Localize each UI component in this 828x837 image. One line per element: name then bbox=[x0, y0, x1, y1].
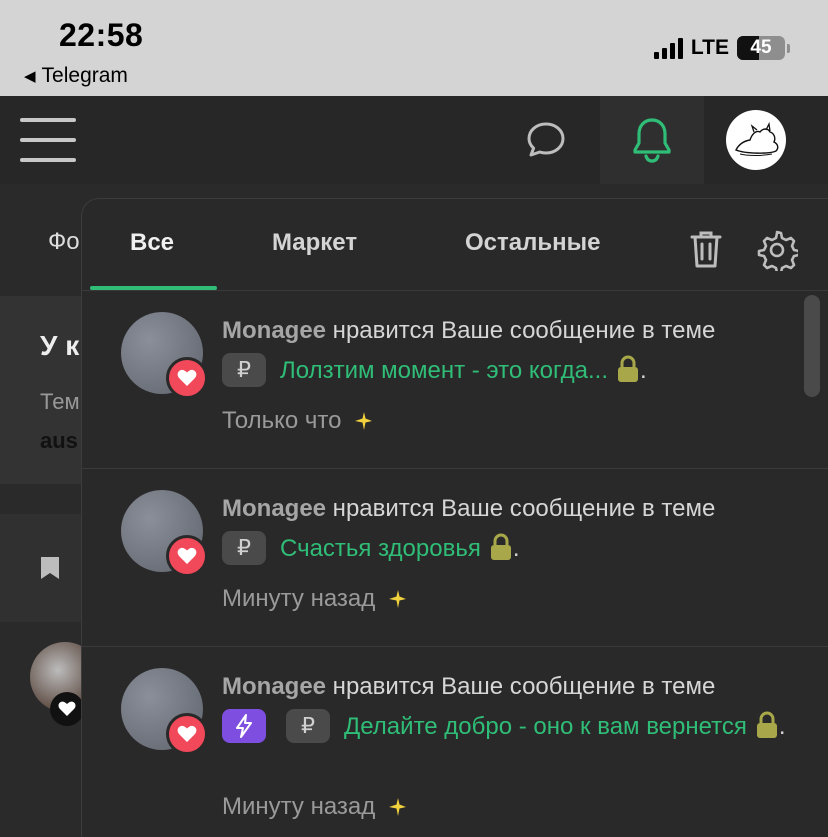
text-suffix: . bbox=[512, 535, 520, 562]
notification-tabs: Все Маркет Остальные bbox=[82, 199, 828, 291]
chat-bubble-icon[interactable] bbox=[522, 116, 570, 164]
heart-icon bbox=[50, 692, 84, 726]
notification-user[interactable]: Monagee bbox=[222, 495, 326, 522]
tab-all[interactable]: Все bbox=[130, 229, 174, 257]
notification-action: нравится Ваше сообщение в теме bbox=[326, 495, 716, 522]
sparkle-icon bbox=[389, 590, 407, 608]
topic-link[interactable]: Счастья здоровья bbox=[280, 535, 481, 562]
heart-icon bbox=[166, 357, 208, 399]
signal-icon bbox=[653, 37, 683, 59]
background-card-subtitle: Тем bbox=[40, 389, 80, 414]
notification-action: нравится Ваше сообщение в теме bbox=[326, 317, 716, 344]
notification-text: Monagee нравится Ваше сообщение в теме ₽… bbox=[222, 311, 802, 391]
time-label: Только что bbox=[222, 407, 342, 434]
user-avatar[interactable] bbox=[726, 110, 786, 170]
tab-other[interactable]: Остальные bbox=[465, 229, 600, 257]
menu-line bbox=[20, 118, 76, 122]
background-tab[interactable]: Фо bbox=[48, 228, 80, 256]
heart-icon bbox=[166, 713, 208, 755]
notification-text: Monagee нравится Ваше сообщение в теме ₽… bbox=[222, 489, 802, 569]
notification-list: Monagee нравится Ваше сообщение в теме ₽… bbox=[82, 291, 828, 837]
network-label: LTE bbox=[690, 36, 729, 59]
sparkle-icon bbox=[355, 412, 373, 430]
menu-line bbox=[20, 158, 76, 162]
topic-link[interactable]: Лолзтим момент - это когда... bbox=[280, 357, 608, 384]
heart-icon bbox=[166, 535, 208, 577]
notification-user[interactable]: Monagee bbox=[222, 317, 326, 344]
tab-market[interactable]: Маркет bbox=[272, 229, 357, 257]
notification-text: Monagee нравится Ваше сообщение в теме ₽… bbox=[222, 667, 802, 747]
battery-level: 45 bbox=[750, 37, 772, 58]
app-screen: 22:58 ◀ Telegram LTE 45 Фо У к Тем aus В… bbox=[0, 0, 828, 837]
text-suffix: . bbox=[640, 357, 647, 384]
time-label: Минуту назад bbox=[222, 793, 376, 820]
time-label: Минуту назад bbox=[222, 585, 376, 612]
notification-time: Минуту назад bbox=[222, 585, 407, 613]
active-tab-indicator bbox=[90, 286, 217, 290]
notifications-dropdown: Все Маркет Остальные Monagee нравится Ва… bbox=[81, 198, 828, 837]
ruble-badge-icon: ₽ bbox=[222, 352, 266, 387]
notification-time: Только что bbox=[222, 407, 373, 435]
status-indicators: LTE 45 bbox=[653, 36, 790, 60]
background-card-author: aus bbox=[40, 428, 78, 453]
battery-tip bbox=[787, 43, 790, 53]
gear-icon[interactable] bbox=[756, 229, 801, 275]
trash-icon[interactable] bbox=[688, 229, 724, 269]
bookmark-icon[interactable] bbox=[40, 556, 60, 580]
notification-user[interactable]: Monagee bbox=[222, 673, 326, 700]
notification-time: Минуту назад bbox=[222, 793, 407, 821]
dropdown-scrollbar[interactable] bbox=[804, 295, 820, 397]
text-suffix: . bbox=[778, 713, 786, 740]
notification-item[interactable]: Monagee нравится Ваше сообщение в теме ₽… bbox=[82, 647, 828, 837]
back-to-telegram[interactable]: ◀ Telegram bbox=[24, 64, 128, 88]
notification-item[interactable]: Monagee нравится Ваше сообщение в теме ₽… bbox=[82, 291, 828, 469]
app-header bbox=[0, 96, 828, 184]
lock-icon bbox=[756, 711, 777, 738]
back-label: Telegram bbox=[41, 64, 128, 87]
menu-button[interactable] bbox=[20, 116, 76, 164]
back-arrow-icon: ◀ bbox=[24, 68, 36, 85]
status-time: 22:58 bbox=[59, 17, 144, 53]
notification-action: нравится Ваше сообщение в теме bbox=[326, 673, 716, 700]
lock-icon bbox=[490, 533, 511, 560]
topic-link[interactable]: Делайте добро - оно к вам вернется bbox=[344, 713, 747, 740]
battery-icon: 45 bbox=[737, 36, 785, 60]
bell-icon[interactable] bbox=[628, 114, 676, 166]
ruble-badge-icon: ₽ bbox=[222, 530, 266, 565]
ruble-badge-icon: ₽ bbox=[286, 708, 330, 743]
lightning-badge-icon bbox=[222, 708, 266, 743]
notification-item[interactable]: Monagee нравится Ваше сообщение в теме ₽… bbox=[82, 469, 828, 647]
status-bar: 22:58 ◀ Telegram LTE 45 bbox=[0, 0, 828, 96]
background-card-title: У к bbox=[40, 330, 80, 361]
menu-line bbox=[20, 138, 76, 142]
lock-icon bbox=[618, 355, 639, 382]
sparkle-icon bbox=[389, 798, 407, 816]
